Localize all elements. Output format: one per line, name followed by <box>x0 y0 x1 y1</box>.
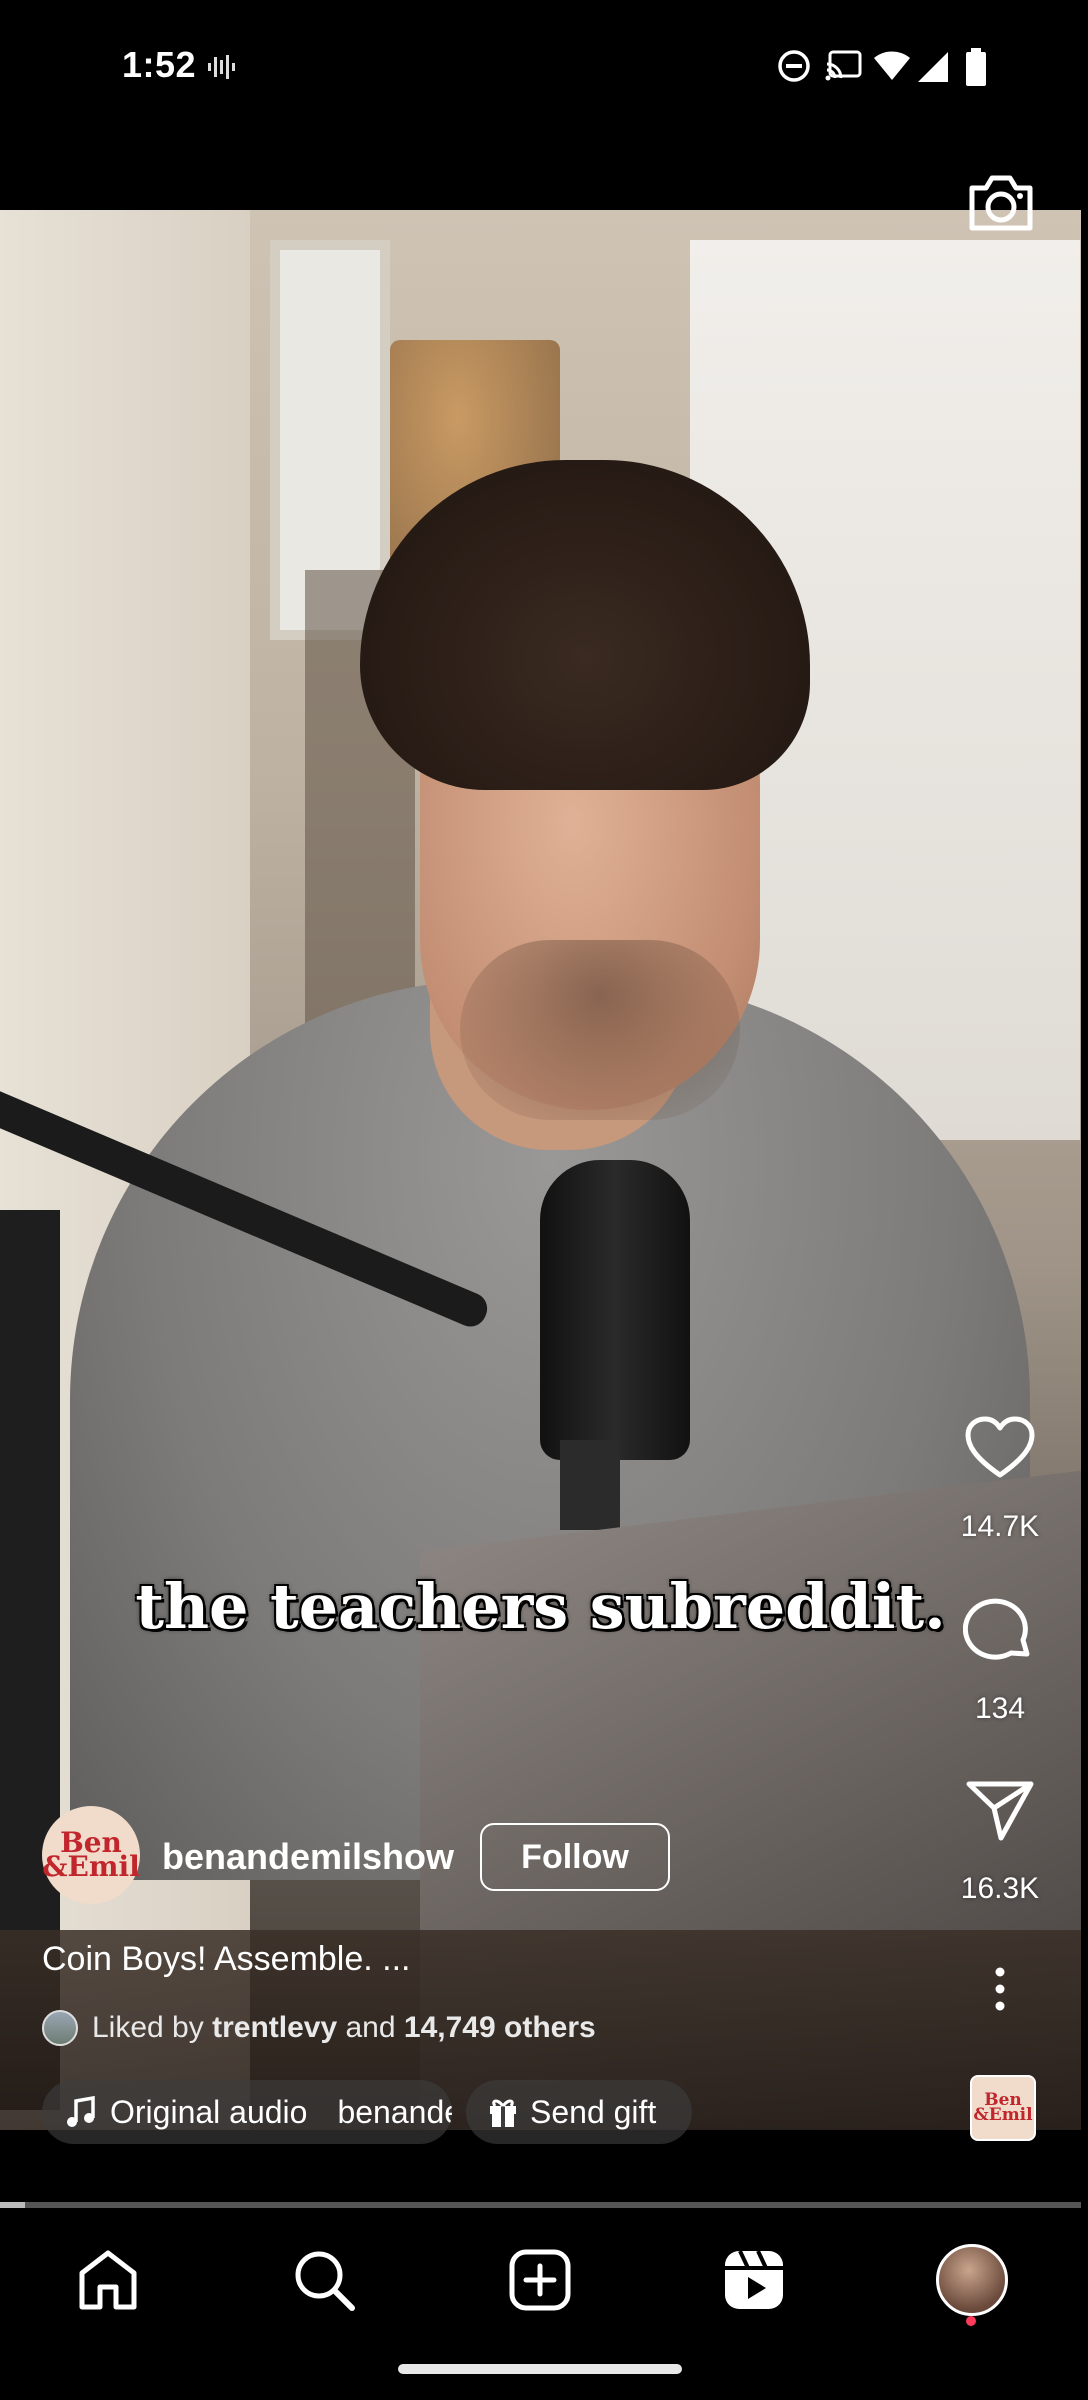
send-gift-button[interactable]: Send gift <box>466 2080 692 2144</box>
home-indicator[interactable] <box>398 2364 682 2374</box>
cast-icon <box>825 50 862 81</box>
liked-by-prefix: Liked by <box>92 2011 204 2044</box>
liked-by-row[interactable]: Liked by trentlevy and 14,749 others <box>42 2010 596 2046</box>
microphone <box>560 1440 620 1530</box>
heart-icon <box>965 1416 1035 1478</box>
audio-label: Original audio <box>110 2093 308 2130</box>
profile-avatar <box>936 2244 1008 2316</box>
nav-home[interactable] <box>68 2240 148 2320</box>
microphone <box>540 1160 690 1460</box>
audio-artist: benande <box>337 2093 452 2130</box>
share-count: 16.3K <box>960 1872 1040 1905</box>
reel-description[interactable]: Coin Boys! Assemble. ... <box>42 1940 411 1979</box>
follow-button[interactable]: Follow <box>480 1823 670 1891</box>
person <box>460 940 740 1120</box>
liked-by-user[interactable]: trentlevy <box>212 2011 337 2044</box>
create-icon <box>509 2249 571 2311</box>
author-username[interactable]: benandemilshow <box>162 1836 454 1878</box>
video-caption: the teachers subreddit. <box>135 1570 946 1643</box>
like-count: 14.7K <box>960 1510 1040 1543</box>
author-avatar[interactable]: Ben &Emil <box>42 1806 140 1904</box>
liked-by-connector: and <box>345 2011 396 2044</box>
status-time: 1:52 <box>122 44 197 85</box>
audio-pill[interactable]: Original audio benande <box>42 2080 452 2144</box>
gift-label: Send gift <box>530 2093 657 2130</box>
cell-signal-icon <box>918 52 948 82</box>
gift-icon <box>490 2099 516 2127</box>
comment-count: 134 <box>974 1692 1026 1725</box>
battery-icon <box>966 48 986 86</box>
comment-icon <box>962 1598 1030 1660</box>
nav-reels[interactable] <box>714 2240 794 2320</box>
comment-button[interactable] <box>940 1594 1060 1671</box>
search-icon <box>295 2251 355 2311</box>
share-button[interactable] <box>940 1778 1060 1847</box>
wifi-icon <box>874 51 910 80</box>
reels-icon <box>725 2250 783 2309</box>
home-icon <box>79 2250 137 2310</box>
do-not-disturb-icon <box>778 50 810 82</box>
nav-profile[interactable] <box>932 2240 1012 2320</box>
like-button[interactable] <box>940 1415 1060 1486</box>
nav-create[interactable] <box>500 2240 580 2320</box>
progress-fill <box>0 2202 25 2208</box>
progress-track[interactable] <box>0 2202 1081 2208</box>
nav-search[interactable] <box>284 2240 364 2320</box>
music-note-icon <box>67 2096 95 2127</box>
liker-avatar <box>42 2010 78 2046</box>
liked-by-others[interactable]: 14,749 others <box>404 2011 596 2044</box>
send-icon <box>966 1781 1034 1841</box>
more-options-icon[interactable] <box>985 1966 1015 2012</box>
vibrate-icon <box>208 55 235 79</box>
audio-thumbnail[interactable]: Ben &Emil <box>970 2075 1036 2141</box>
notification-dot <box>966 2316 976 2326</box>
camera-icon[interactable] <box>966 170 1036 234</box>
